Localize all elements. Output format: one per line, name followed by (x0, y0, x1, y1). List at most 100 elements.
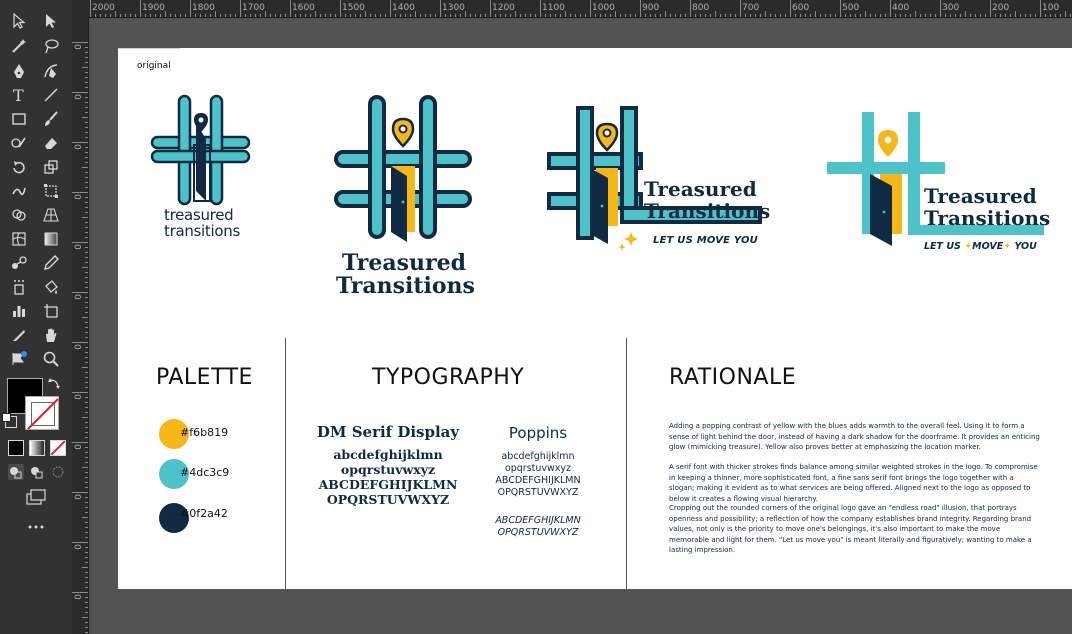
ruler-tick (85, 352, 88, 353)
ruler-tick (85, 372, 88, 373)
gradient-tool-icon[interactable] (36, 228, 66, 250)
stroke-swatch[interactable] (25, 396, 59, 430)
ruler-tick (190, 0, 191, 17)
rotate-tool-icon[interactable] (4, 156, 34, 178)
ruler-tick (630, 14, 631, 17)
color-mode-button[interactable] (8, 440, 24, 456)
draw-inside-icon[interactable] (50, 464, 66, 480)
mesh-tool-icon[interactable] (4, 228, 34, 250)
ruler-origin[interactable] (72, 0, 88, 17)
ruler-tick (85, 47, 88, 48)
artboard[interactable]: original treasured transitions Treasured… (118, 48, 1072, 589)
draw-behind-icon[interactable] (29, 464, 45, 480)
ruler-label: 0 (74, 244, 84, 250)
ruler-tick (85, 237, 88, 238)
curvature-tool-icon[interactable] (36, 60, 66, 82)
ruler-label: 900 (642, 3, 660, 13)
horizontal-ruler[interactable]: 2000 1900 1800 1700 1600 1500 1400 1300 1200 1100… (88, 0, 1072, 18)
scale-tool-icon[interactable] (36, 156, 66, 178)
artboard-tool-icon[interactable] (36, 300, 66, 322)
sparkle-icon: ✦ (964, 241, 973, 252)
slogan-part-you: YOU (1014, 241, 1037, 252)
line-segment-tool-icon[interactable] (36, 84, 66, 106)
slice-tool-icon[interactable] (4, 324, 34, 346)
ruler-tick (85, 437, 88, 438)
ruler-tick (85, 62, 88, 63)
magic-wand-tool-icon[interactable] (4, 35, 34, 57)
ruler-tick (85, 497, 88, 498)
ruler-tick (305, 14, 306, 17)
symbol-sprayer-tool-icon[interactable] (4, 276, 34, 298)
logo-final-wordmark-line2: Transitions (924, 206, 1051, 230)
lasso-tool-icon[interactable] (36, 35, 66, 57)
ruler-tick (510, 14, 511, 17)
live-paint-bucket-tool-icon[interactable] (36, 276, 66, 298)
logo-original[interactable] (148, 93, 253, 208)
ruler-tick (580, 14, 581, 17)
ruler-tick (85, 472, 88, 473)
ruler-tick (830, 14, 831, 17)
ruler-tick (85, 197, 88, 198)
logo-original-mark (150, 94, 251, 206)
type-tool-icon[interactable]: T (4, 84, 34, 106)
rectangle-tool-icon[interactable] (4, 108, 34, 130)
ruler-tick (85, 182, 88, 183)
ruler-tick (85, 327, 88, 328)
ruler-tick (375, 14, 376, 17)
ruler-tick (930, 14, 931, 17)
zoom-tool-icon[interactable] (36, 348, 66, 370)
ruler-tick (945, 14, 946, 17)
ruler-tick (530, 14, 531, 17)
font1-specimen-line: abcdefghijklmn (333, 447, 443, 462)
ruler-tick (85, 187, 88, 188)
column-graph-tool-icon[interactable] (4, 300, 34, 322)
shaper-tool-icon[interactable] (4, 132, 34, 154)
ruler-tick (790, 0, 791, 17)
ruler-tick (300, 14, 301, 17)
free-transform-tool-icon[interactable] (36, 180, 66, 202)
shape-builder-tool-icon[interactable] (4, 204, 34, 226)
hand-tool-icon[interactable] (36, 324, 66, 346)
ruler-tick (85, 107, 88, 108)
swap-fill-stroke-icon[interactable] (44, 376, 64, 392)
ruler-tick (85, 432, 88, 433)
eraser-tool-icon[interactable] (36, 132, 66, 154)
print-tiling-tool-icon[interactable] (4, 348, 34, 370)
ruler-tick (745, 14, 746, 17)
selection-tool-icon[interactable] (4, 10, 34, 32)
logo-stacked[interactable] (333, 94, 473, 244)
ruler-tick (675, 14, 676, 17)
ruler-tick (965, 11, 966, 17)
direct-selection-tool-icon[interactable] (36, 10, 66, 32)
ruler-tick (85, 537, 88, 538)
ruler-label: 600 (792, 3, 810, 13)
vertical-ruler[interactable]: 0 0 0 0 0 0 0 0 0 0 0 0 (72, 17, 89, 634)
ruler-tick (85, 477, 88, 478)
warp-tool-icon[interactable] (4, 180, 34, 202)
ruler-tick (85, 87, 88, 88)
font1-specimen-line: OPQRSTUVWXYZ (326, 492, 450, 507)
edit-toolbar-icon[interactable] (21, 516, 51, 538)
paintbrush-tool-icon[interactable] (36, 108, 66, 130)
eyedropper-tool-icon[interactable] (36, 252, 66, 274)
ruler-tick (835, 14, 836, 17)
perspective-grid-tool-icon[interactable] (36, 204, 66, 226)
ruler-tick (450, 14, 451, 17)
gradient-mode-button[interactable] (29, 440, 45, 456)
none-mode-button[interactable] (50, 440, 66, 456)
ruler-tick (680, 14, 681, 17)
ruler-tick (980, 14, 981, 17)
ruler-tick (795, 14, 796, 17)
draw-normal-icon[interactable] (8, 464, 24, 480)
ruler-tick (260, 14, 261, 17)
ruler-tick (72, 492, 88, 493)
ruler-tick (85, 447, 88, 448)
blend-tool-icon[interactable] (4, 252, 34, 274)
default-fill-stroke-icon[interactable] (2, 413, 17, 428)
ruler-tick (640, 0, 641, 17)
pen-tool-icon[interactable] (4, 60, 34, 82)
ruler-tick (685, 14, 686, 17)
ruler-tick (990, 0, 991, 17)
screen-mode-icon[interactable] (21, 486, 51, 508)
ruler-tick (695, 14, 696, 17)
